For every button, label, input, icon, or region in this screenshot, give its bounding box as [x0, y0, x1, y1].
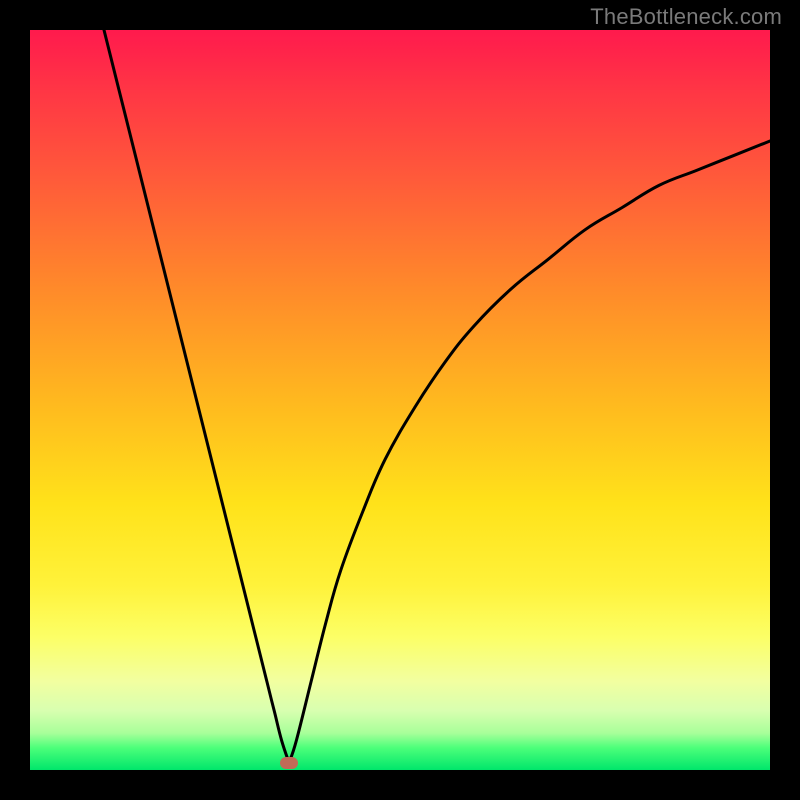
optimal-point-marker [280, 757, 298, 769]
chart-frame: TheBottleneck.com [0, 0, 800, 800]
plot-area [30, 30, 770, 770]
watermark-text: TheBottleneck.com [590, 4, 782, 30]
